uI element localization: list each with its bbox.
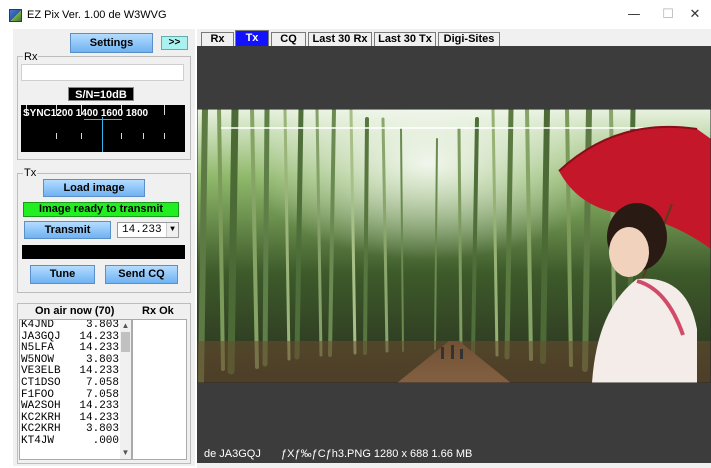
send-cq-button[interactable]: Send CQ: [105, 265, 178, 284]
list-item[interactable]: WA2SOH 14.233: [20, 401, 131, 413]
list-item[interactable]: KT4JW .000: [20, 434, 131, 448]
status-bar: de JA3GQJ ƒXƒ‰ƒCƒh3.PNG 1280 x 688 1.66 …: [197, 445, 711, 463]
waterfall-marker-bar: [84, 119, 122, 120]
on-air-rows: K4JND 3.803 JA3GQJ 14.233 N5LFA 14.233 W5NOW 3.…: [20, 320, 131, 448]
chevron-down-icon[interactable]: ▼: [166, 223, 178, 237]
station-callsign: CT1DSO: [21, 376, 61, 389]
tab-label: Last 30 Tx: [378, 33, 432, 45]
tune-button[interactable]: Tune: [30, 265, 95, 284]
on-air-list[interactable]: K4JND 3.803 JA3GQJ 14.233 N5LFA 14.233 W5NOW 3.…: [19, 319, 132, 460]
waterfall-marker: [102, 117, 103, 152]
tab-label: Last 30 Rx: [312, 33, 368, 45]
left-panel: Settings >> Rx S/N=10dB SYNC1200 1400 16…: [13, 29, 195, 466]
chevron-down-icon[interactable]: ▼: [120, 448, 131, 458]
rx-group-label: Rx: [23, 51, 39, 63]
station-callsign: K4JND: [21, 319, 55, 331]
waterfall-tick: [143, 133, 144, 139]
tab-label: Rx: [210, 33, 225, 45]
tab-strip: Rx Tx CQ Last 30 Rx Last 30 Tx Digi-Site…: [197, 29, 711, 47]
tab-label: Tx: [245, 32, 259, 44]
frequency-select[interactable]: 14.233 ▼: [117, 222, 179, 238]
chevron-up-icon[interactable]: ▲: [120, 321, 131, 331]
on-air-header: On air now (70): [35, 305, 115, 317]
tab-rx[interactable]: Rx: [201, 32, 234, 47]
tx-group-label: Tx: [23, 167, 38, 179]
rx-ok-list[interactable]: [132, 319, 187, 460]
tx-status-indicator: Image ready to transmit: [23, 202, 179, 217]
waterfall-tick: [81, 133, 82, 139]
rx-text-field[interactable]: [21, 64, 184, 81]
title-bar: EZ Pix Ver. 1.00 de W3WVG — ☐ ✕: [0, 0, 711, 29]
waterfall-tick: [164, 105, 165, 115]
list-item[interactable]: K4JND 3.803: [20, 320, 131, 332]
waterfall-tick: [121, 133, 122, 139]
rx-ok-header: Rx Ok: [142, 305, 174, 317]
status-callsign: de JA3GQJ: [204, 448, 261, 460]
settings-button[interactable]: Settings: [70, 33, 153, 53]
tab-tx[interactable]: Tx: [235, 30, 269, 47]
app-icon: [9, 9, 22, 22]
tab-last-30-tx[interactable]: Last 30 Tx: [374, 32, 436, 47]
expand-button[interactable]: >>: [161, 36, 188, 50]
waterfall-tick: [56, 133, 57, 139]
station-frequency: 7.058: [85, 376, 119, 389]
station-frequency: .000: [92, 434, 119, 447]
station-callsign: WA2SOH: [21, 400, 61, 413]
list-scrollbar[interactable]: ▲ ▼: [120, 320, 131, 459]
waterfall-tick: [164, 133, 165, 139]
station-frequency: 14.233: [79, 400, 119, 413]
load-image-button[interactable]: Load image: [43, 179, 145, 197]
tab-last-30-rx[interactable]: Last 30 Rx: [308, 32, 372, 47]
waterfall-scale: SYNC1200 1400 1600 1800: [23, 108, 149, 119]
sn-readout: S/N=10dB: [68, 87, 134, 101]
tx-image-preview: [197, 109, 711, 383]
tab-cq[interactable]: CQ: [271, 32, 306, 47]
list-item[interactable]: CT1DSO 7.058: [20, 376, 131, 390]
station-callsign: KT4JW: [21, 434, 55, 447]
transmit-button[interactable]: Transmit: [24, 221, 111, 239]
frequency-value: 14.233: [122, 224, 162, 236]
close-button[interactable]: ✕: [675, 4, 711, 26]
waterfall-display: SYNC1200 1400 1600 1800: [21, 105, 185, 152]
tab-label: Digi-Sites: [443, 33, 495, 45]
scroll-thumb[interactable]: [121, 332, 130, 352]
tx-progress-bar: [22, 245, 185, 259]
app-title: EZ Pix: [27, 9, 60, 21]
tab-digi-sites[interactable]: Digi-Sites: [438, 32, 500, 47]
station-frequency: 3.803: [85, 319, 119, 331]
tx-image-panel: [197, 46, 711, 445]
tab-label: CQ: [280, 33, 297, 45]
app-version: Ver. 1.00 de W3WVG: [62, 9, 167, 21]
bottom-border: [197, 463, 711, 468]
status-file-info: ƒXƒ‰ƒCƒh3.PNG 1280 x 688 1.66 MB: [281, 448, 473, 460]
